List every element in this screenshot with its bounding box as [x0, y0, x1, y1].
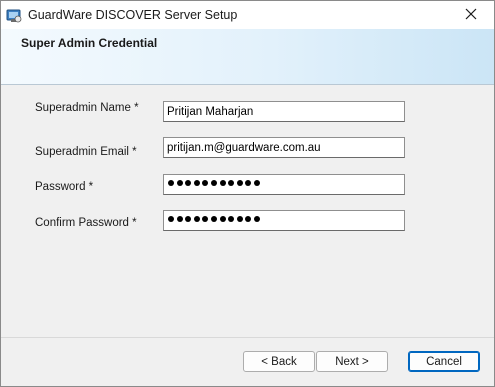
password-input[interactable]	[163, 174, 405, 195]
password-dot	[253, 180, 260, 186]
password-dot	[168, 216, 174, 222]
password-dot	[210, 180, 217, 186]
password-row: Password *	[1, 174, 494, 198]
confirm-password-label: Confirm Password *	[35, 217, 137, 229]
password-dot	[219, 216, 226, 222]
page-title: Super Admin Credential	[21, 36, 158, 50]
installer-app-icon	[6, 7, 22, 23]
title-bar: GuardWare DISCOVER Server Setup	[1, 1, 494, 29]
password-dot	[245, 180, 252, 186]
password-dot	[168, 180, 174, 186]
confirm-password-mask	[168, 216, 260, 222]
password-dot	[253, 216, 260, 222]
password-dot	[193, 180, 200, 186]
password-dot	[228, 180, 235, 186]
name-label: Superadmin Name *	[35, 102, 139, 114]
password-dot	[185, 216, 192, 222]
password-mask	[168, 180, 260, 186]
password-dot	[236, 180, 243, 186]
email-label: Superadmin Email *	[35, 146, 137, 158]
back-button[interactable]: < Back	[243, 351, 315, 372]
password-dot	[202, 216, 209, 222]
superadmin-email-input[interactable]	[163, 137, 405, 158]
password-dot	[236, 216, 243, 222]
password-dot	[219, 180, 226, 186]
password-dot	[245, 216, 252, 222]
close-icon	[465, 8, 477, 23]
confirm-password-input[interactable]	[163, 210, 405, 231]
confirm-password-row: Confirm Password *	[1, 210, 494, 234]
page-header: Super Admin Credential	[1, 29, 494, 85]
name-row: Superadmin Name *	[1, 101, 494, 125]
superadmin-name-input[interactable]	[163, 101, 405, 122]
password-label: Password *	[35, 181, 94, 193]
password-dot	[228, 216, 235, 222]
email-row: Superadmin Email *	[1, 137, 494, 161]
setup-window: GuardWare DISCOVER Server Setup Super Ad…	[0, 0, 495, 387]
cancel-button[interactable]: Cancel	[408, 351, 480, 372]
next-button[interactable]: Next >	[316, 351, 388, 372]
close-button[interactable]	[448, 1, 494, 29]
password-dot	[176, 180, 183, 186]
password-dot	[193, 216, 200, 222]
password-dot	[185, 180, 192, 186]
window-title: GuardWare DISCOVER Server Setup	[28, 8, 238, 22]
password-dot	[202, 180, 209, 186]
password-dot	[210, 216, 217, 222]
footer-divider	[1, 337, 494, 338]
password-dot	[176, 216, 183, 222]
